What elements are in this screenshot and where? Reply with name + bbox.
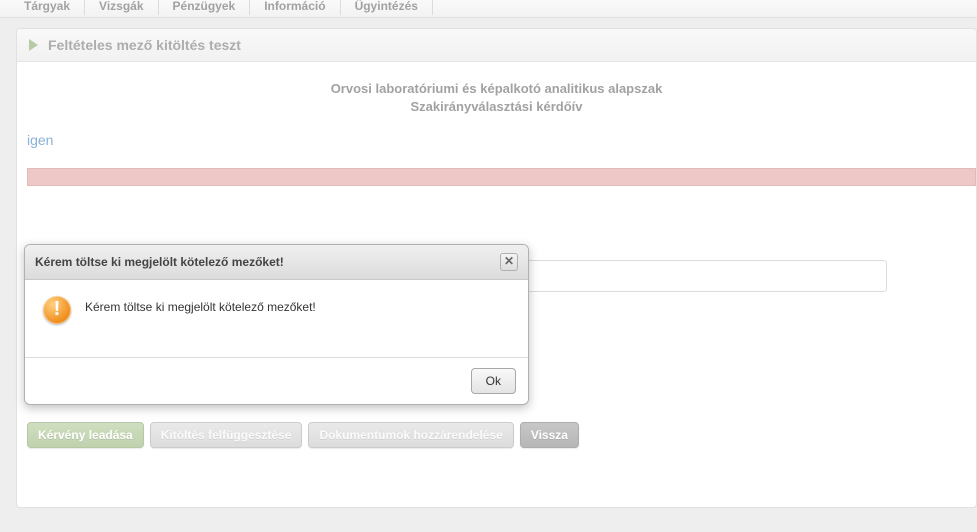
- dialog-titlebar: Kérem töltse ki megjelölt kötelező mezők…: [25, 245, 528, 280]
- close-icon[interactable]: ✕: [500, 253, 518, 271]
- dialog-title: Kérem töltse ki megjelölt kötelező mezők…: [35, 255, 284, 269]
- warning-icon: !: [43, 296, 71, 324]
- dialog-body: ! Kérem töltse ki megjelölt kötelező mez…: [25, 280, 528, 358]
- dialog-footer: Ok: [25, 358, 528, 404]
- validation-dialog: Kérem töltse ki megjelölt kötelező mezők…: [24, 244, 529, 405]
- ok-button[interactable]: Ok: [471, 368, 516, 394]
- dialog-message: Kérem töltse ki megjelölt kötelező mezők…: [85, 296, 316, 314]
